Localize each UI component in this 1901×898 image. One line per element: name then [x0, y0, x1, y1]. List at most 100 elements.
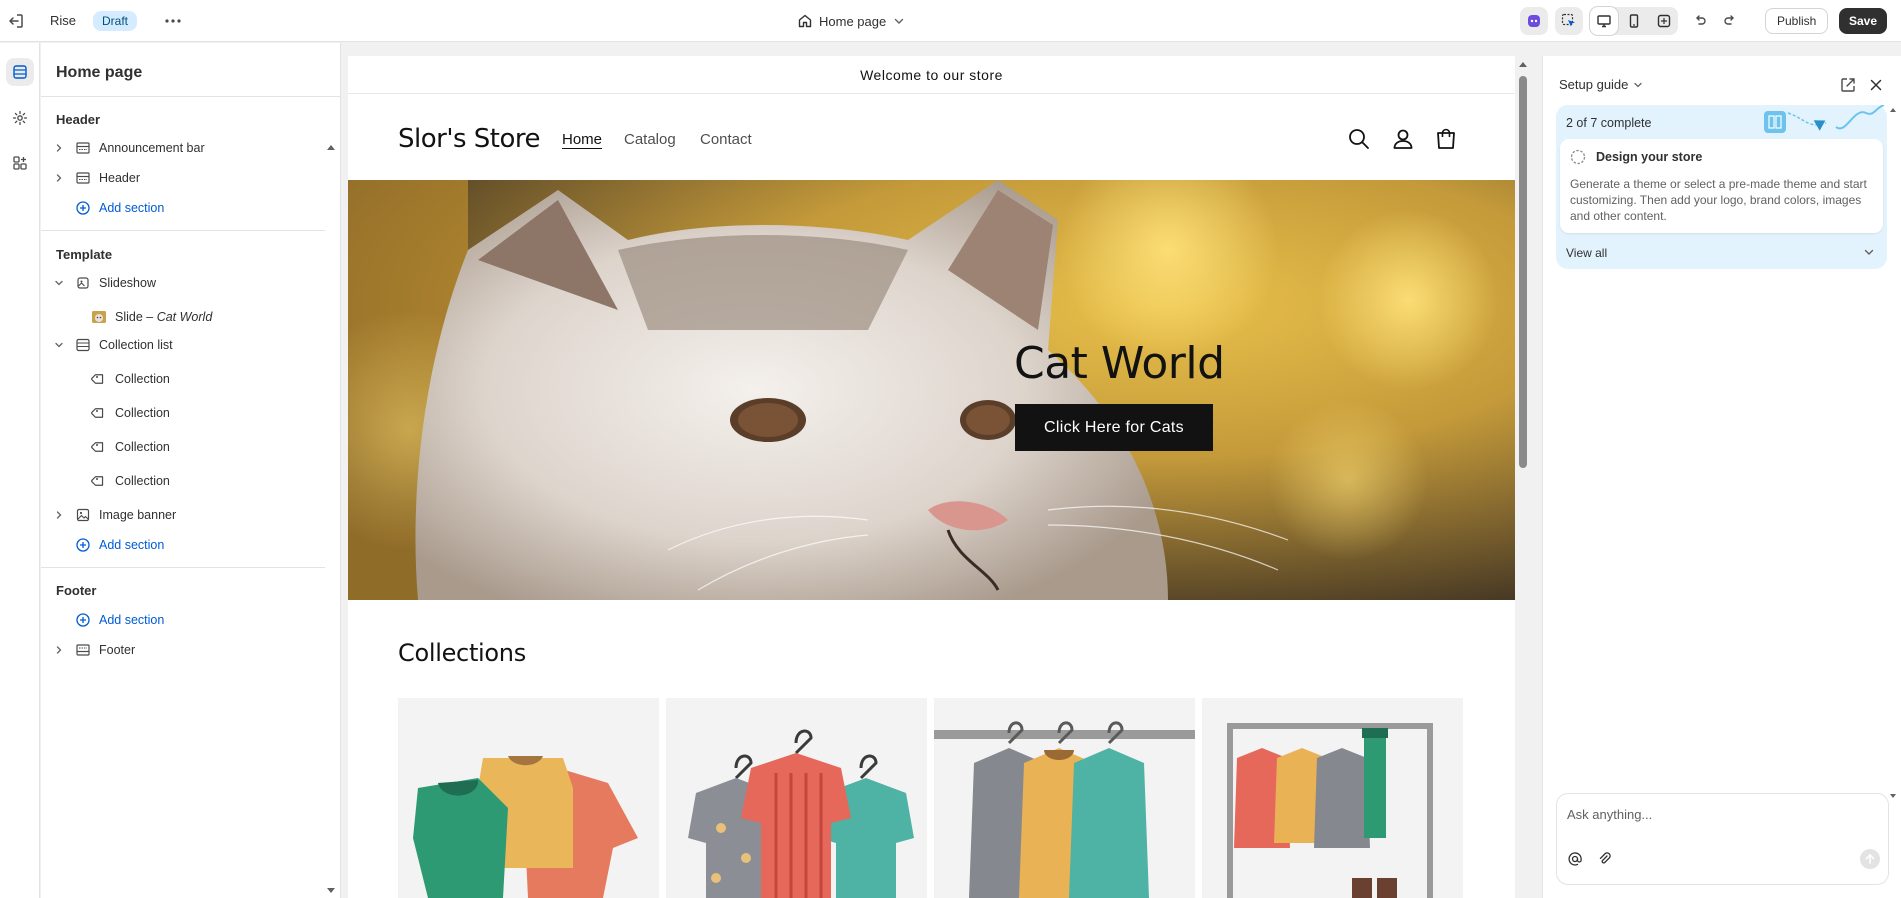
desktop-view-button[interactable]: [1590, 7, 1618, 35]
redo-button[interactable]: [1716, 7, 1744, 35]
close-icon[interactable]: [1866, 75, 1886, 95]
sidebar-item-collection-list[interactable]: Collection list: [51, 333, 173, 357]
collection-card[interactable]: [398, 698, 659, 898]
sidebar-item-announcement-bar[interactable]: Announcement bar: [51, 136, 205, 160]
hero-cta-button[interactable]: Click Here for Cats: [1015, 404, 1213, 451]
slide-label-name: Cat World: [156, 310, 213, 324]
theme-name: Rise: [50, 13, 77, 28]
clothing-rack-image: [1227, 723, 1433, 898]
ask-input[interactable]: [1567, 804, 1867, 824]
publish-button[interactable]: Publish: [1765, 8, 1829, 34]
cursor-select-icon: [1561, 13, 1575, 27]
chevron-down-icon[interactable]: [1862, 245, 1876, 259]
task-title: Design your store: [1596, 150, 1703, 164]
task-status-circle-icon[interactable]: [1570, 149, 1586, 165]
task-card[interactable]: Design your store Generate a theme or se…: [1560, 139, 1883, 233]
inspector-button[interactable]: [1555, 7, 1583, 35]
rail-apps-button[interactable]: [6, 149, 34, 177]
mobile-icon: [1629, 14, 1639, 28]
sidebar-item-slideshow[interactable]: Slideshow: [51, 271, 156, 295]
divider: [41, 230, 325, 231]
sidebar-item-header[interactable]: Header: [51, 166, 140, 190]
more-actions-icon[interactable]: [162, 11, 184, 31]
page-selector[interactable]: Home page: [797, 10, 906, 32]
desktop-icon: [1597, 15, 1611, 28]
chevron-right-icon[interactable]: [51, 507, 67, 523]
add-section-label: Add section: [99, 613, 165, 627]
sidebar-item-collection[interactable]: Collection: [91, 401, 170, 425]
chevron-right-icon[interactable]: [51, 642, 67, 658]
account-icon[interactable]: [1390, 126, 1416, 152]
mention-button[interactable]: [1564, 848, 1586, 870]
sidebar-item-slide[interactable]: Slide – Cat World: [91, 305, 212, 329]
plus-circle-icon: [75, 537, 91, 553]
view-all-link[interactable]: View all: [1566, 246, 1607, 260]
setup-guide-dropdown[interactable]: Setup guide: [1559, 77, 1644, 92]
chevron-right-icon[interactable]: [51, 140, 67, 156]
store-preview: Welcome to our store Slor's Store Home C…: [348, 56, 1515, 898]
group-heading-footer: Footer: [56, 583, 97, 598]
sidebar-item-collection[interactable]: Collection: [91, 469, 170, 493]
sidebar-item-label: Collection: [115, 440, 170, 454]
preview-scroll-thumb[interactable]: [1519, 76, 1527, 468]
attach-button[interactable]: [1594, 848, 1616, 870]
send-arrow-icon: [1860, 849, 1880, 869]
add-section-button[interactable]: Add section: [75, 533, 164, 557]
chevron-down-icon[interactable]: [51, 275, 67, 291]
exit-icon[interactable]: [6, 11, 26, 31]
group-heading-header: Header: [56, 112, 101, 127]
collection-card[interactable]: [666, 698, 927, 898]
rail-settings-button[interactable]: [6, 104, 34, 132]
add-section-button[interactable]: Add section: [75, 608, 164, 632]
store-logo-text[interactable]: Slor's Store: [398, 124, 541, 154]
divider: [41, 567, 325, 568]
sections-icon: [13, 65, 27, 79]
sidebar-item-image-banner[interactable]: Image banner: [51, 503, 176, 527]
collection-card[interactable]: [1202, 698, 1463, 898]
sidebar-item-footer[interactable]: Footer: [51, 638, 135, 662]
sidebar-item-collection[interactable]: Collection: [91, 367, 170, 391]
hanging-shirts-image: [688, 729, 914, 898]
collection-list-icon: [75, 337, 91, 353]
undo-icon: [1696, 15, 1706, 25]
sidebar-item-collection[interactable]: Collection: [91, 435, 170, 459]
sidebar-scrollbar[interactable]: [326, 98, 336, 898]
collection-card[interactable]: [934, 698, 1195, 898]
sidekick-button[interactable]: [1520, 7, 1548, 35]
undo-button[interactable]: [1686, 7, 1714, 35]
setup-guide-panel: Setup guide 2 of 7 complete Design your …: [1542, 56, 1901, 898]
sidekick-icon: [1528, 15, 1540, 27]
home-icon: [798, 14, 812, 28]
add-section-button[interactable]: Add section: [75, 196, 164, 220]
mobile-view-button[interactable]: [1620, 7, 1648, 35]
hero-slideshow[interactable]: Cat World Click Here for Cats: [348, 180, 1515, 600]
sidebar-item-label: Collection: [115, 406, 170, 420]
nav-link-home[interactable]: Home: [562, 131, 602, 148]
save-button[interactable]: Save: [1839, 8, 1888, 34]
guide-illustration: [1764, 105, 1885, 133]
collections-heading: Collections: [398, 639, 526, 667]
setup-guide-title: Setup guide: [1559, 77, 1629, 92]
chevron-down-icon[interactable]: [51, 337, 67, 353]
rail-sections-button[interactable]: [6, 58, 34, 86]
ask-assistant-box: [1556, 793, 1889, 885]
panel-scrollbar[interactable]: [1889, 104, 1897, 804]
sidebar-item-label: Collection list: [99, 338, 173, 352]
hero-cat-image: [348, 180, 1515, 600]
setup-guide-card: 2 of 7 complete Design your store Genera…: [1556, 105, 1887, 269]
paperclip-icon: [1599, 852, 1611, 864]
apps-icon: [13, 156, 27, 170]
tag-icon: [91, 473, 107, 489]
send-button[interactable]: [1859, 848, 1881, 870]
chevron-right-icon[interactable]: [51, 170, 67, 186]
cart-icon[interactable]: [1433, 126, 1459, 152]
search-icon[interactable]: [1346, 126, 1372, 152]
preview-scrollbar[interactable]: [1516, 56, 1530, 898]
task-description: Generate a theme or select a pre-made th…: [1570, 177, 1867, 223]
fullscreen-view-button[interactable]: [1650, 7, 1678, 35]
nav-link-catalog[interactable]: Catalog: [624, 131, 676, 148]
new-window-icon[interactable]: [1838, 75, 1858, 95]
sidebar-item-label: Collection: [115, 372, 170, 386]
sidebar-item-label: Slideshow: [99, 276, 156, 290]
nav-link-contact[interactable]: Contact: [700, 131, 752, 148]
